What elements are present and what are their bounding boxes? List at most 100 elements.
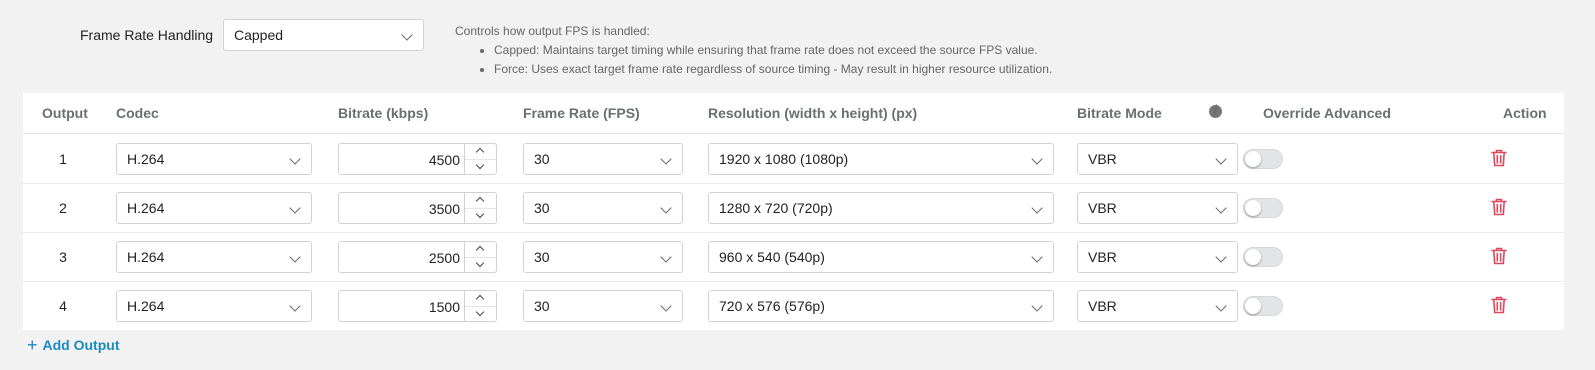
chevron-up-icon[interactable] <box>465 291 496 307</box>
codec-value: H.264 <box>127 249 165 265</box>
chevron-down-icon <box>1031 300 1043 312</box>
bitrate-value: 2500 <box>428 250 460 266</box>
codec-select[interactable]: H.264 <box>116 241 312 273</box>
chevron-down-icon <box>660 202 672 214</box>
info-icon[interactable]: i <box>1209 104 1222 118</box>
table-header: Output Codec Bitrate (kbps) Frame Rate (… <box>23 93 1564 134</box>
chevron-down-icon <box>1215 153 1227 165</box>
bitrate-value: 1500 <box>428 299 460 315</box>
chevron-down-icon <box>660 251 672 263</box>
trash-icon[interactable] <box>1490 246 1508 266</box>
chevron-down-icon <box>1215 300 1227 312</box>
frame-rate-value: 30 <box>534 298 550 314</box>
header-output: Output <box>42 105 88 121</box>
bitrate-mode-select[interactable]: VBR <box>1077 241 1238 273</box>
resolution-value: 1920 x 1080 (1080p) <box>719 151 849 167</box>
chevron-down-icon <box>1215 202 1227 214</box>
table-row: 3 H.264 2500 30 960 x 540 (540p) VBR <box>23 232 1564 282</box>
bitrate-mode-value: VBR <box>1088 151 1117 167</box>
bitrate-mode-value: VBR <box>1088 249 1117 265</box>
chevron-down-icon <box>289 300 301 312</box>
chevron-down-icon[interactable] <box>465 208 496 223</box>
override-advanced-toggle[interactable] <box>1243 247 1283 267</box>
resolution-select[interactable]: 1920 x 1080 (1080p) <box>708 143 1054 175</box>
frame-rate-select[interactable]: 30 <box>523 241 683 273</box>
outputs-table: Output Codec Bitrate (kbps) Frame Rate (… <box>23 93 1564 330</box>
chevron-down-icon <box>1215 251 1227 263</box>
chevron-up-icon[interactable] <box>465 144 496 160</box>
resolution-select[interactable]: 960 x 540 (540p) <box>708 241 1054 273</box>
table-row: 4 H.264 1500 30 720 x 576 (576p) VBR <box>23 281 1564 330</box>
bitrate-mode-select[interactable]: VBR <box>1077 143 1238 175</box>
chevron-down-icon <box>289 153 301 165</box>
bitrate-value: 3500 <box>428 201 460 217</box>
codec-select[interactable]: H.264 <box>116 143 312 175</box>
header-action: Action <box>1503 105 1547 121</box>
table-row: 2 H.264 3500 30 1280 x 720 (720p) VBR <box>23 183 1564 233</box>
output-number: 3 <box>59 249 67 265</box>
override-advanced-toggle[interactable] <box>1243 296 1283 316</box>
output-number: 4 <box>59 298 67 314</box>
frame-rate-help-title: Controls how output FPS is handled: <box>455 24 650 38</box>
plus-icon: + <box>27 335 38 355</box>
bitrate-mode-value: VBR <box>1088 200 1117 216</box>
table-row: 1 H.264 4500 30 1920 x 1080 (1080p) VBR <box>23 134 1564 184</box>
header-codec: Codec <box>116 105 159 121</box>
chevron-up-icon[interactable] <box>465 193 496 209</box>
toggle-knob <box>1245 249 1261 265</box>
header-override-advanced: Override Advanced <box>1263 105 1391 121</box>
output-number: 1 <box>59 151 67 167</box>
codec-value: H.264 <box>127 200 165 216</box>
codec-select[interactable]: H.264 <box>116 192 312 224</box>
trash-icon[interactable] <box>1490 148 1508 168</box>
frame-rate-value: 30 <box>534 200 550 216</box>
frame-rate-handling-select[interactable]: Capped <box>223 19 424 51</box>
add-output-label: Add Output <box>42 337 120 353</box>
stepper-buttons <box>464 193 496 223</box>
add-output-button[interactable]: + Add Output <box>27 335 120 355</box>
override-advanced-toggle[interactable] <box>1243 149 1283 169</box>
bitrate-stepper[interactable]: 3500 <box>338 192 497 224</box>
chevron-down-icon <box>289 202 301 214</box>
header-frame-rate: Frame Rate (FPS) <box>523 105 640 121</box>
resolution-value: 1280 x 720 (720p) <box>719 200 833 216</box>
chevron-down-icon <box>1031 202 1043 214</box>
chevron-down-icon[interactable] <box>465 257 496 272</box>
bitrate-mode-value: VBR <box>1088 298 1117 314</box>
chevron-down-icon <box>660 300 672 312</box>
header-bitrate-mode: Bitrate Mode <box>1077 105 1162 121</box>
toggle-knob <box>1245 200 1261 216</box>
chevron-down-icon <box>660 153 672 165</box>
frame-rate-value: 30 <box>534 151 550 167</box>
toggle-knob <box>1245 298 1261 314</box>
bitrate-mode-select[interactable]: VBR <box>1077 290 1238 322</box>
bitrate-stepper[interactable]: 2500 <box>338 241 497 273</box>
frame-rate-handling-value: Capped <box>234 27 284 43</box>
bitrate-mode-select[interactable]: VBR <box>1077 192 1238 224</box>
frame-rate-help-capped: Capped: Maintains target timing while en… <box>494 41 1052 60</box>
stepper-buttons <box>464 242 496 272</box>
output-number: 2 <box>59 200 67 216</box>
frame-rate-select[interactable]: 30 <box>523 192 683 224</box>
header-resolution: Resolution (width x height) (px) <box>708 105 918 121</box>
chevron-down-icon[interactable] <box>465 159 496 174</box>
bitrate-stepper[interactable]: 1500 <box>338 290 497 322</box>
override-advanced-toggle[interactable] <box>1243 198 1283 218</box>
bitrate-stepper[interactable]: 4500 <box>338 143 497 175</box>
resolution-select[interactable]: 1280 x 720 (720p) <box>708 192 1054 224</box>
toggle-knob <box>1245 151 1261 167</box>
chevron-down-icon <box>1031 251 1043 263</box>
trash-icon[interactable] <box>1490 197 1508 217</box>
stepper-buttons <box>464 144 496 174</box>
frame-rate-value: 30 <box>534 249 550 265</box>
frame-rate-help: Controls how output FPS is handled: Capp… <box>455 22 1052 79</box>
resolution-select[interactable]: 720 x 576 (576p) <box>708 290 1054 322</box>
chevron-down-icon[interactable] <box>465 306 496 321</box>
frame-rate-select[interactable]: 30 <box>523 290 683 322</box>
frame-rate-select[interactable]: 30 <box>523 143 683 175</box>
codec-select[interactable]: H.264 <box>116 290 312 322</box>
chevron-down-icon <box>1031 153 1043 165</box>
trash-icon[interactable] <box>1490 295 1508 315</box>
chevron-down-icon <box>401 29 413 41</box>
chevron-up-icon[interactable] <box>465 242 496 258</box>
